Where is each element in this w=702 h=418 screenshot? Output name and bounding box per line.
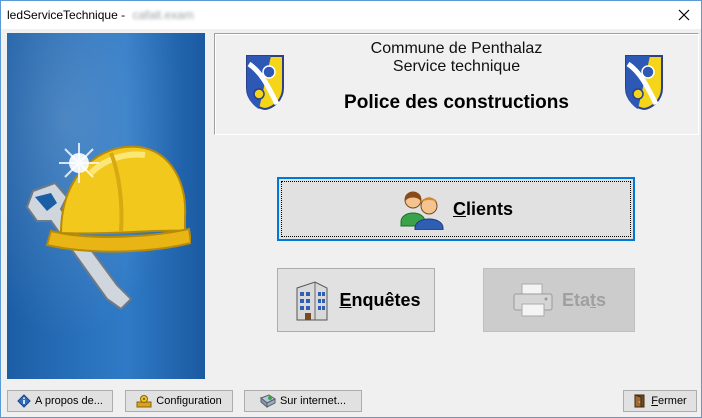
enquetes-label: Enquêtes <box>339 289 421 310</box>
config-icon <box>136 395 152 408</box>
clients-label: Clients <box>452 198 513 219</box>
title-bar: ledServiceTechnique - cafait.exam <box>1 1 701 29</box>
about-label: A propos de... <box>35 395 103 407</box>
internet-button[interactable]: Sur internet... <box>244 390 362 412</box>
window-title-app: ledServiceTechnique <box>7 8 118 22</box>
internet-icon <box>259 394 276 408</box>
close-button[interactable]: Fermer <box>623 390 697 412</box>
hardhat-icon <box>45 143 191 253</box>
window-close-button[interactable] <box>667 1 701 29</box>
people-icon <box>400 191 444 230</box>
printer-icon <box>513 283 553 317</box>
window-title-obscured: cafait.exam <box>132 8 194 22</box>
header-panel: Commune de Penthalaz Service technique P… <box>214 33 699 135</box>
info-icon <box>17 394 31 408</box>
left-banner <box>7 33 205 379</box>
close-label: Fermer <box>651 395 687 407</box>
etats-button[interactable]: Etats <box>483 268 635 332</box>
window-title: ledServiceTechnique - cafait.exam <box>7 8 194 22</box>
window-title-separator: - <box>121 8 126 22</box>
etats-label: Etats <box>561 289 607 310</box>
exit-door-icon <box>634 394 645 408</box>
penthalaz-crest-icon <box>625 55 663 110</box>
clients-button[interactable]: Clients <box>277 177 635 241</box>
configuration-button[interactable]: Configuration <box>125 390 233 412</box>
building-icon <box>296 281 328 321</box>
enquetes-button[interactable]: Enquêtes <box>277 268 435 332</box>
configuration-label: Configuration <box>156 395 222 407</box>
about-button[interactable]: A propos de... <box>7 390 113 412</box>
internet-label: Sur internet... <box>279 395 347 407</box>
main-window: ledServiceTechnique - cafait.exam Commun… <box>0 0 702 418</box>
hardhat-wrench-icon <box>25 143 191 311</box>
close-icon <box>678 9 690 21</box>
